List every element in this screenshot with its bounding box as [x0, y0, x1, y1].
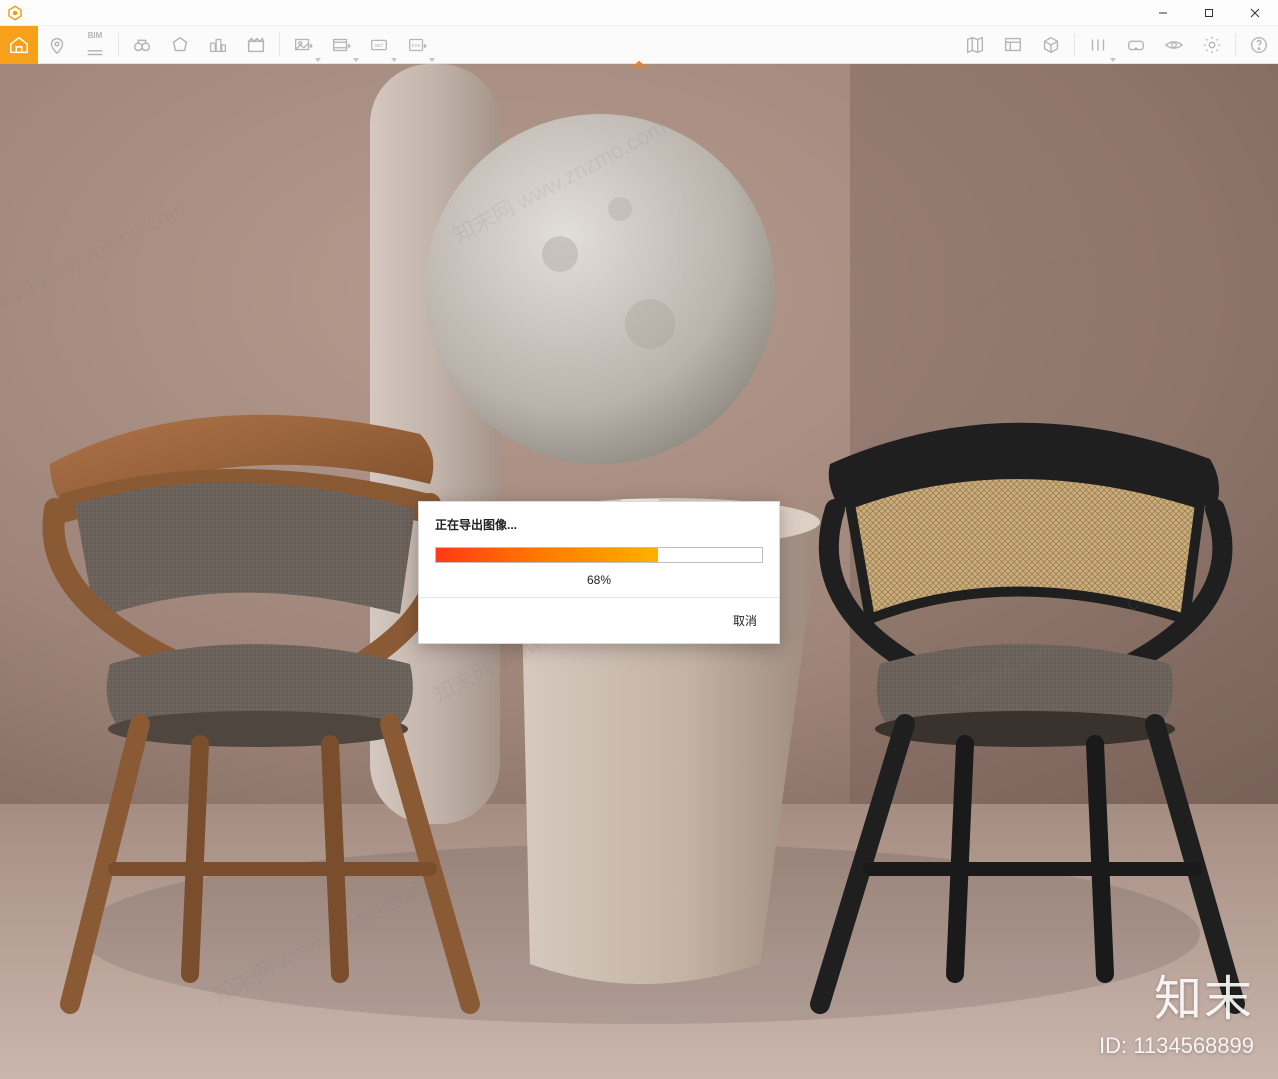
- dialog-title: 正在导出图像...: [435, 516, 763, 533]
- watermark-id: ID: 1134568899: [1099, 1033, 1254, 1059]
- toolbar-left-group: BIM 360° EXE: [0, 26, 436, 63]
- dropdown-caret-icon: [315, 58, 321, 62]
- dropdown-caret-icon: [391, 58, 397, 62]
- titlebar-left: [0, 4, 24, 22]
- help-button[interactable]: [1240, 26, 1278, 64]
- app-logo-icon: [6, 4, 24, 22]
- toolbar-separator: [1235, 33, 1236, 56]
- svg-text:EXE: EXE: [411, 43, 420, 48]
- progress-bar-fill: [436, 548, 658, 562]
- vr-button[interactable]: [1117, 26, 1155, 64]
- window-titlebar: [0, 0, 1278, 26]
- svg-text:360°: 360°: [374, 43, 384, 48]
- dialog-body: 正在导出图像... 68%: [419, 502, 779, 597]
- toolbar-separator: [279, 33, 280, 56]
- dialog-footer: 取消: [419, 597, 779, 643]
- layout-button[interactable]: [994, 26, 1032, 64]
- toolbar-separator: [1074, 33, 1075, 56]
- dropdown-caret-icon: [353, 58, 359, 62]
- close-button[interactable]: [1232, 0, 1278, 26]
- settings-button[interactable]: [1193, 26, 1231, 64]
- export-progress-dialog: 正在导出图像... 68% 取消: [418, 501, 780, 644]
- watermark-brand: 知末: [1154, 959, 1254, 1029]
- location-button[interactable]: [38, 26, 76, 64]
- dropdown-caret-icon: [429, 58, 435, 62]
- cube-button[interactable]: [1032, 26, 1070, 64]
- visibility-button[interactable]: [1155, 26, 1193, 64]
- export-video-button[interactable]: [322, 26, 360, 64]
- maximize-button[interactable]: [1186, 0, 1232, 26]
- cancel-button[interactable]: 取消: [727, 608, 763, 633]
- toolbar-right-group: [956, 26, 1278, 63]
- binoculars-button[interactable]: [123, 26, 161, 64]
- home-button[interactable]: [0, 26, 38, 64]
- export-image-button[interactable]: [284, 26, 322, 64]
- split-view-button[interactable]: [1079, 26, 1117, 64]
- render-viewport[interactable]: 知末网 www.znzmo.com 知末网 www.znzmo.com 知末网 …: [0, 64, 1278, 1079]
- bim-button[interactable]: BIM: [76, 26, 114, 64]
- buildings-button[interactable]: [199, 26, 237, 64]
- minimize-button[interactable]: [1140, 0, 1186, 26]
- toolbar-separator: [118, 33, 119, 56]
- progress-percent-label: 68%: [435, 573, 763, 587]
- progress-bar: [435, 547, 763, 563]
- dropdown-caret-icon: [1110, 58, 1116, 62]
- animation-button[interactable]: [237, 26, 275, 64]
- window-controls: [1140, 0, 1278, 26]
- scene-button[interactable]: [161, 26, 199, 64]
- toolbar-expand-chevron-icon[interactable]: [631, 58, 647, 73]
- map-button[interactable]: [956, 26, 994, 64]
- panorama-360-button[interactable]: 360°: [360, 26, 398, 64]
- export-exe-button[interactable]: EXE: [398, 26, 436, 64]
